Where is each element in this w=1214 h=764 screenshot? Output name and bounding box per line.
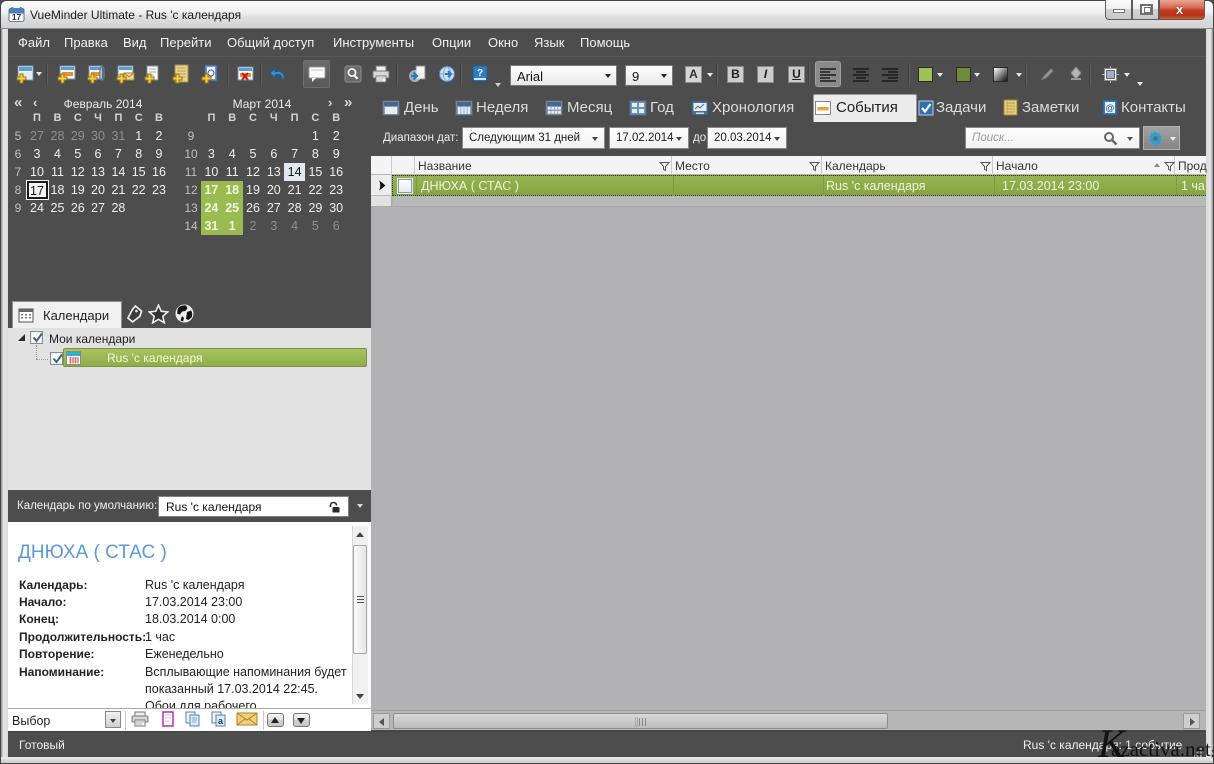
- svg-text:@: @: [1105, 103, 1114, 113]
- svg-text:17: 17: [12, 12, 22, 22]
- svg-text:?: ?: [477, 68, 483, 79]
